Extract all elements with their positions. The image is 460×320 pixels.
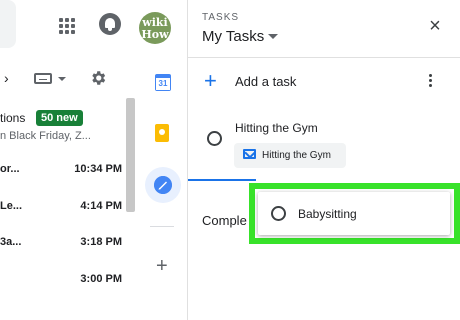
mail-sender: Le... (0, 200, 23, 212)
task-checkbox[interactable] (271, 206, 286, 221)
mail-row[interactable]: 3a... 3:18 PM (0, 236, 122, 256)
next-page-chevron-icon[interactable]: › (4, 70, 9, 86)
get-addons-icon[interactable]: + (156, 256, 168, 276)
chevron-down-icon[interactable] (268, 34, 278, 39)
list-selector[interactable]: My Tasks (202, 28, 264, 45)
mail-time: 4:14 PM (80, 200, 122, 212)
mail-row[interactable]: Le... 4:14 PM (0, 200, 122, 220)
calendar-icon[interactable]: 31 (155, 74, 171, 91)
mail-row[interactable]: 3:00 PM (0, 273, 122, 293)
panel-label: TASKS (202, 12, 240, 23)
drop-indicator (188, 179, 256, 181)
keep-icon[interactable] (155, 124, 169, 142)
more-options-icon[interactable] (425, 74, 435, 88)
close-icon[interactable]: × (425, 16, 445, 36)
promotions-label[interactable]: tions (0, 111, 25, 125)
task-title[interactable]: Babysitting (298, 207, 357, 221)
google-apps-icon[interactable] (59, 18, 75, 34)
tasks-icon[interactable] (154, 176, 172, 194)
keyboard-icon[interactable] (34, 73, 52, 84)
gear-icon[interactable] (89, 69, 107, 87)
avatar-text-line1: wiki (142, 16, 168, 29)
notifications-icon[interactable] (99, 13, 121, 35)
mail-row[interactable]: or... 10:34 PM (0, 163, 122, 183)
avatar[interactable]: wiki How (139, 12, 171, 44)
strip-divider (150, 226, 174, 227)
add-task-plus-icon[interactable]: + (204, 70, 217, 92)
add-task-button[interactable]: Add a task (235, 74, 296, 89)
keyboard-dropdown-icon[interactable] (58, 77, 66, 81)
email-link-label: Hitting the Gym (262, 150, 331, 161)
mail-time: 10:34 PM (74, 163, 122, 175)
calendar-day: 31 (156, 78, 170, 90)
task-checkbox[interactable] (207, 131, 222, 146)
mail-sender: 3a... (0, 236, 22, 248)
promotions-senders: n Black Friday, Z... (0, 130, 91, 142)
avatar-text-line2: How (141, 28, 169, 41)
completed-section-toggle[interactable]: Comple (202, 213, 247, 228)
panel-divider (188, 57, 460, 58)
mail-time: 3:00 PM (80, 273, 122, 285)
mail-icon (243, 149, 256, 159)
mail-time: 3:18 PM (80, 236, 122, 248)
search-bar-edge[interactable] (0, 0, 16, 48)
new-count-badge: 50 new (36, 110, 83, 126)
task-title[interactable]: Hitting the Gym (235, 121, 318, 135)
scrollbar[interactable] (126, 98, 135, 212)
mail-sender: or... (0, 163, 20, 175)
